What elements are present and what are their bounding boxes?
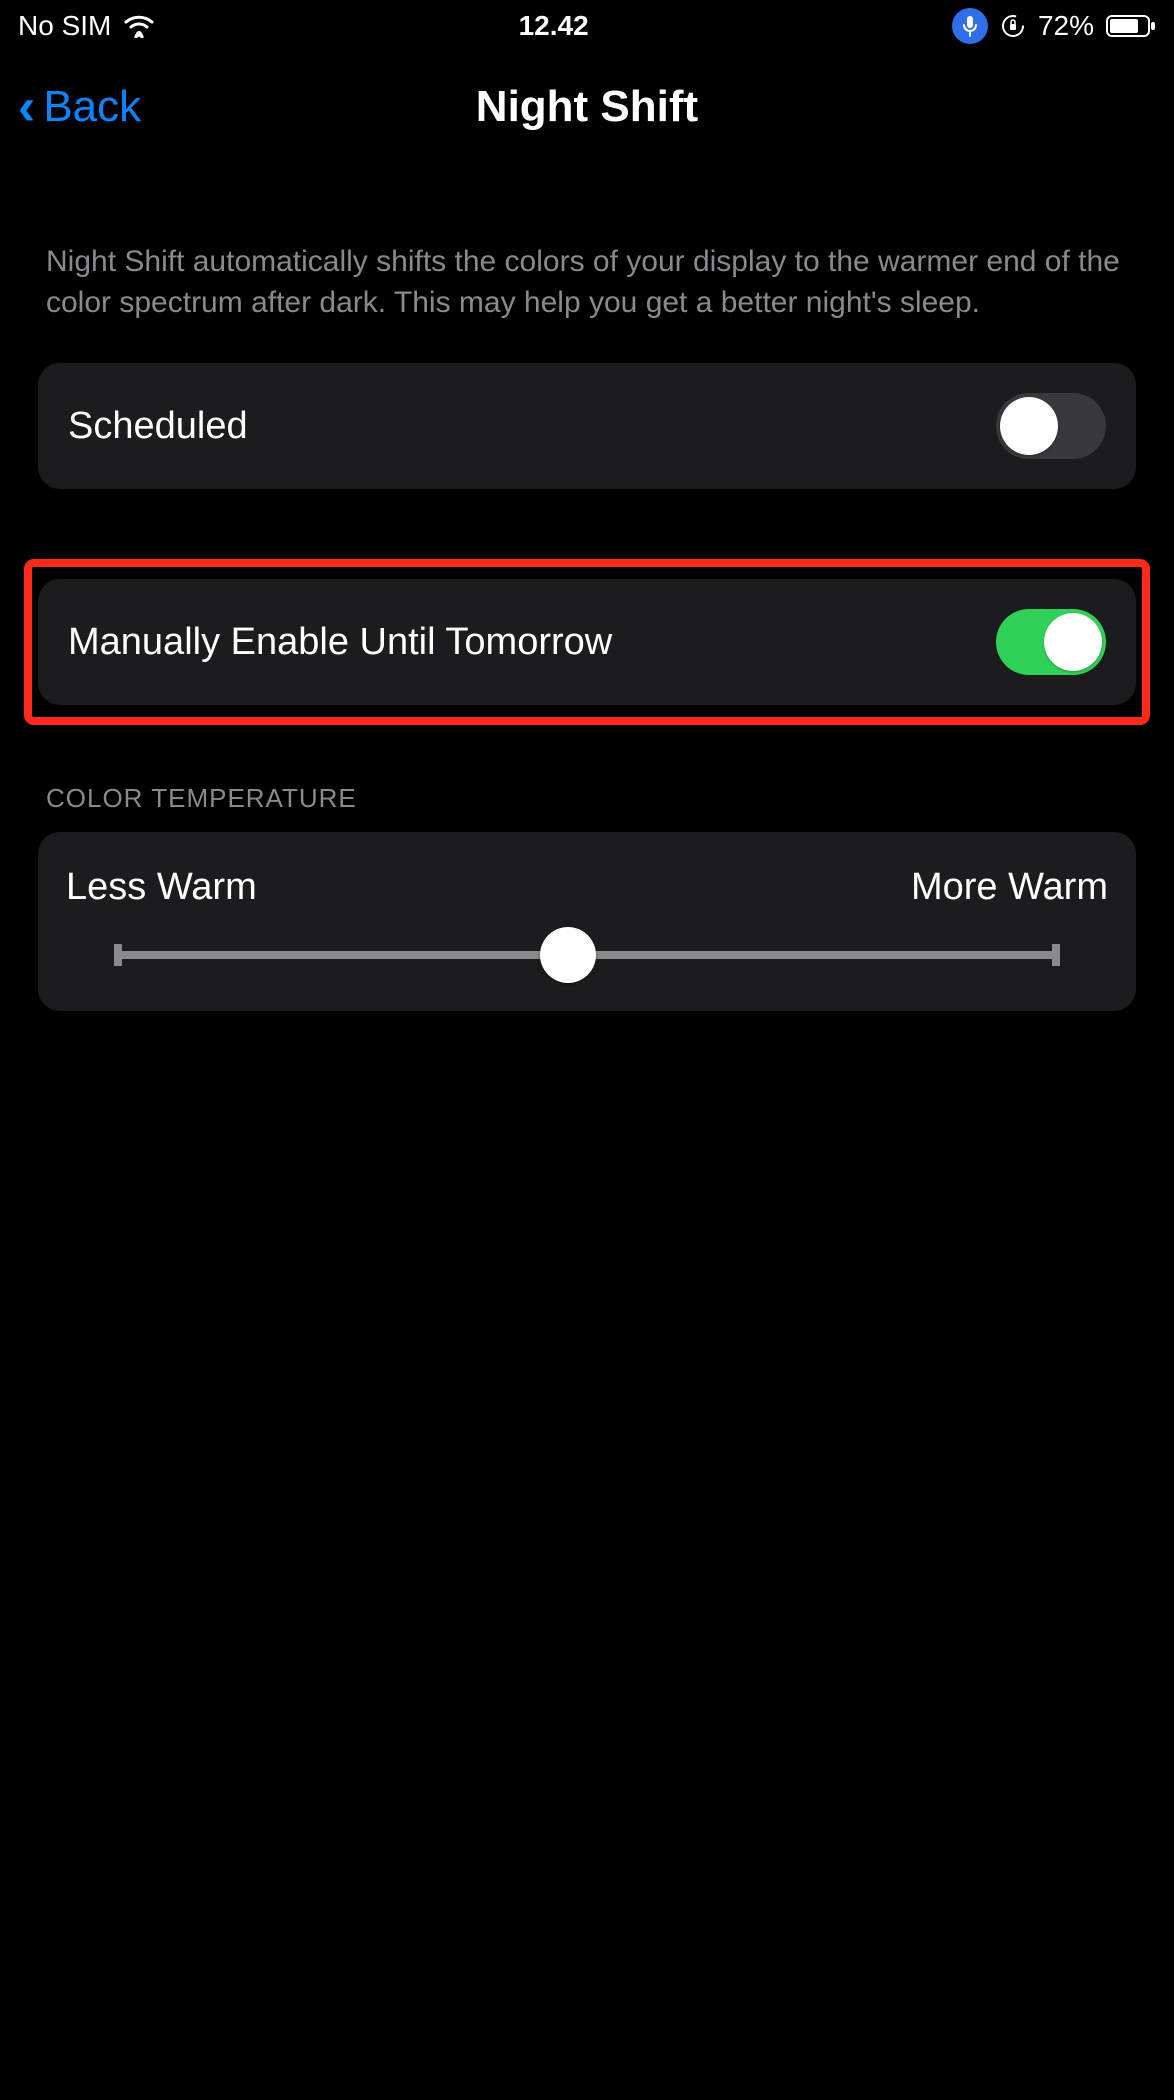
slider-min-label: Less Warm — [66, 866, 257, 909]
color-temperature-cell: Less Warm More Warm — [38, 832, 1136, 1011]
battery-percent: 72% — [1038, 10, 1094, 42]
scheduled-toggle[interactable] — [996, 393, 1106, 459]
toggle-knob — [1000, 397, 1058, 455]
back-label: Back — [43, 82, 141, 132]
slider-track — [114, 951, 1060, 959]
manual-row-highlight: Manually Enable Until Tomorrow — [24, 559, 1150, 725]
color-temperature-header: COLOR TEMPERATURE — [38, 725, 1136, 832]
chevron-left-icon: ‹ — [18, 81, 35, 133]
manual-enable-toggle[interactable] — [996, 609, 1106, 675]
manual-enable-label: Manually Enable Until Tomorrow — [68, 621, 612, 664]
status-bar: No SIM 12.42 72% — [0, 0, 1174, 52]
scheduled-row[interactable]: Scheduled — [38, 363, 1136, 489]
toggle-knob — [1044, 613, 1102, 671]
content: Night Shift automatically shifts the col… — [0, 162, 1174, 1011]
page-title: Night Shift — [0, 82, 1174, 132]
slider-thumb[interactable] — [540, 927, 596, 983]
nav-bar: ‹ Back Night Shift — [0, 52, 1174, 162]
mic-indicator-icon — [952, 8, 988, 44]
wifi-icon — [123, 14, 155, 38]
status-time: 12.42 — [519, 10, 589, 42]
orientation-lock-icon — [1000, 13, 1026, 39]
manual-enable-row[interactable]: Manually Enable Until Tomorrow — [38, 579, 1136, 705]
carrier-label: No SIM — [18, 10, 111, 42]
color-temperature-slider[interactable] — [56, 951, 1118, 959]
slider-max-label: More Warm — [911, 866, 1108, 909]
back-button[interactable]: ‹ Back — [0, 81, 141, 133]
scheduled-label: Scheduled — [68, 405, 248, 448]
status-left: No SIM — [18, 10, 155, 42]
section-description: Night Shift automatically shifts the col… — [38, 162, 1136, 363]
battery-icon — [1106, 14, 1156, 38]
status-right: 72% — [952, 8, 1156, 44]
